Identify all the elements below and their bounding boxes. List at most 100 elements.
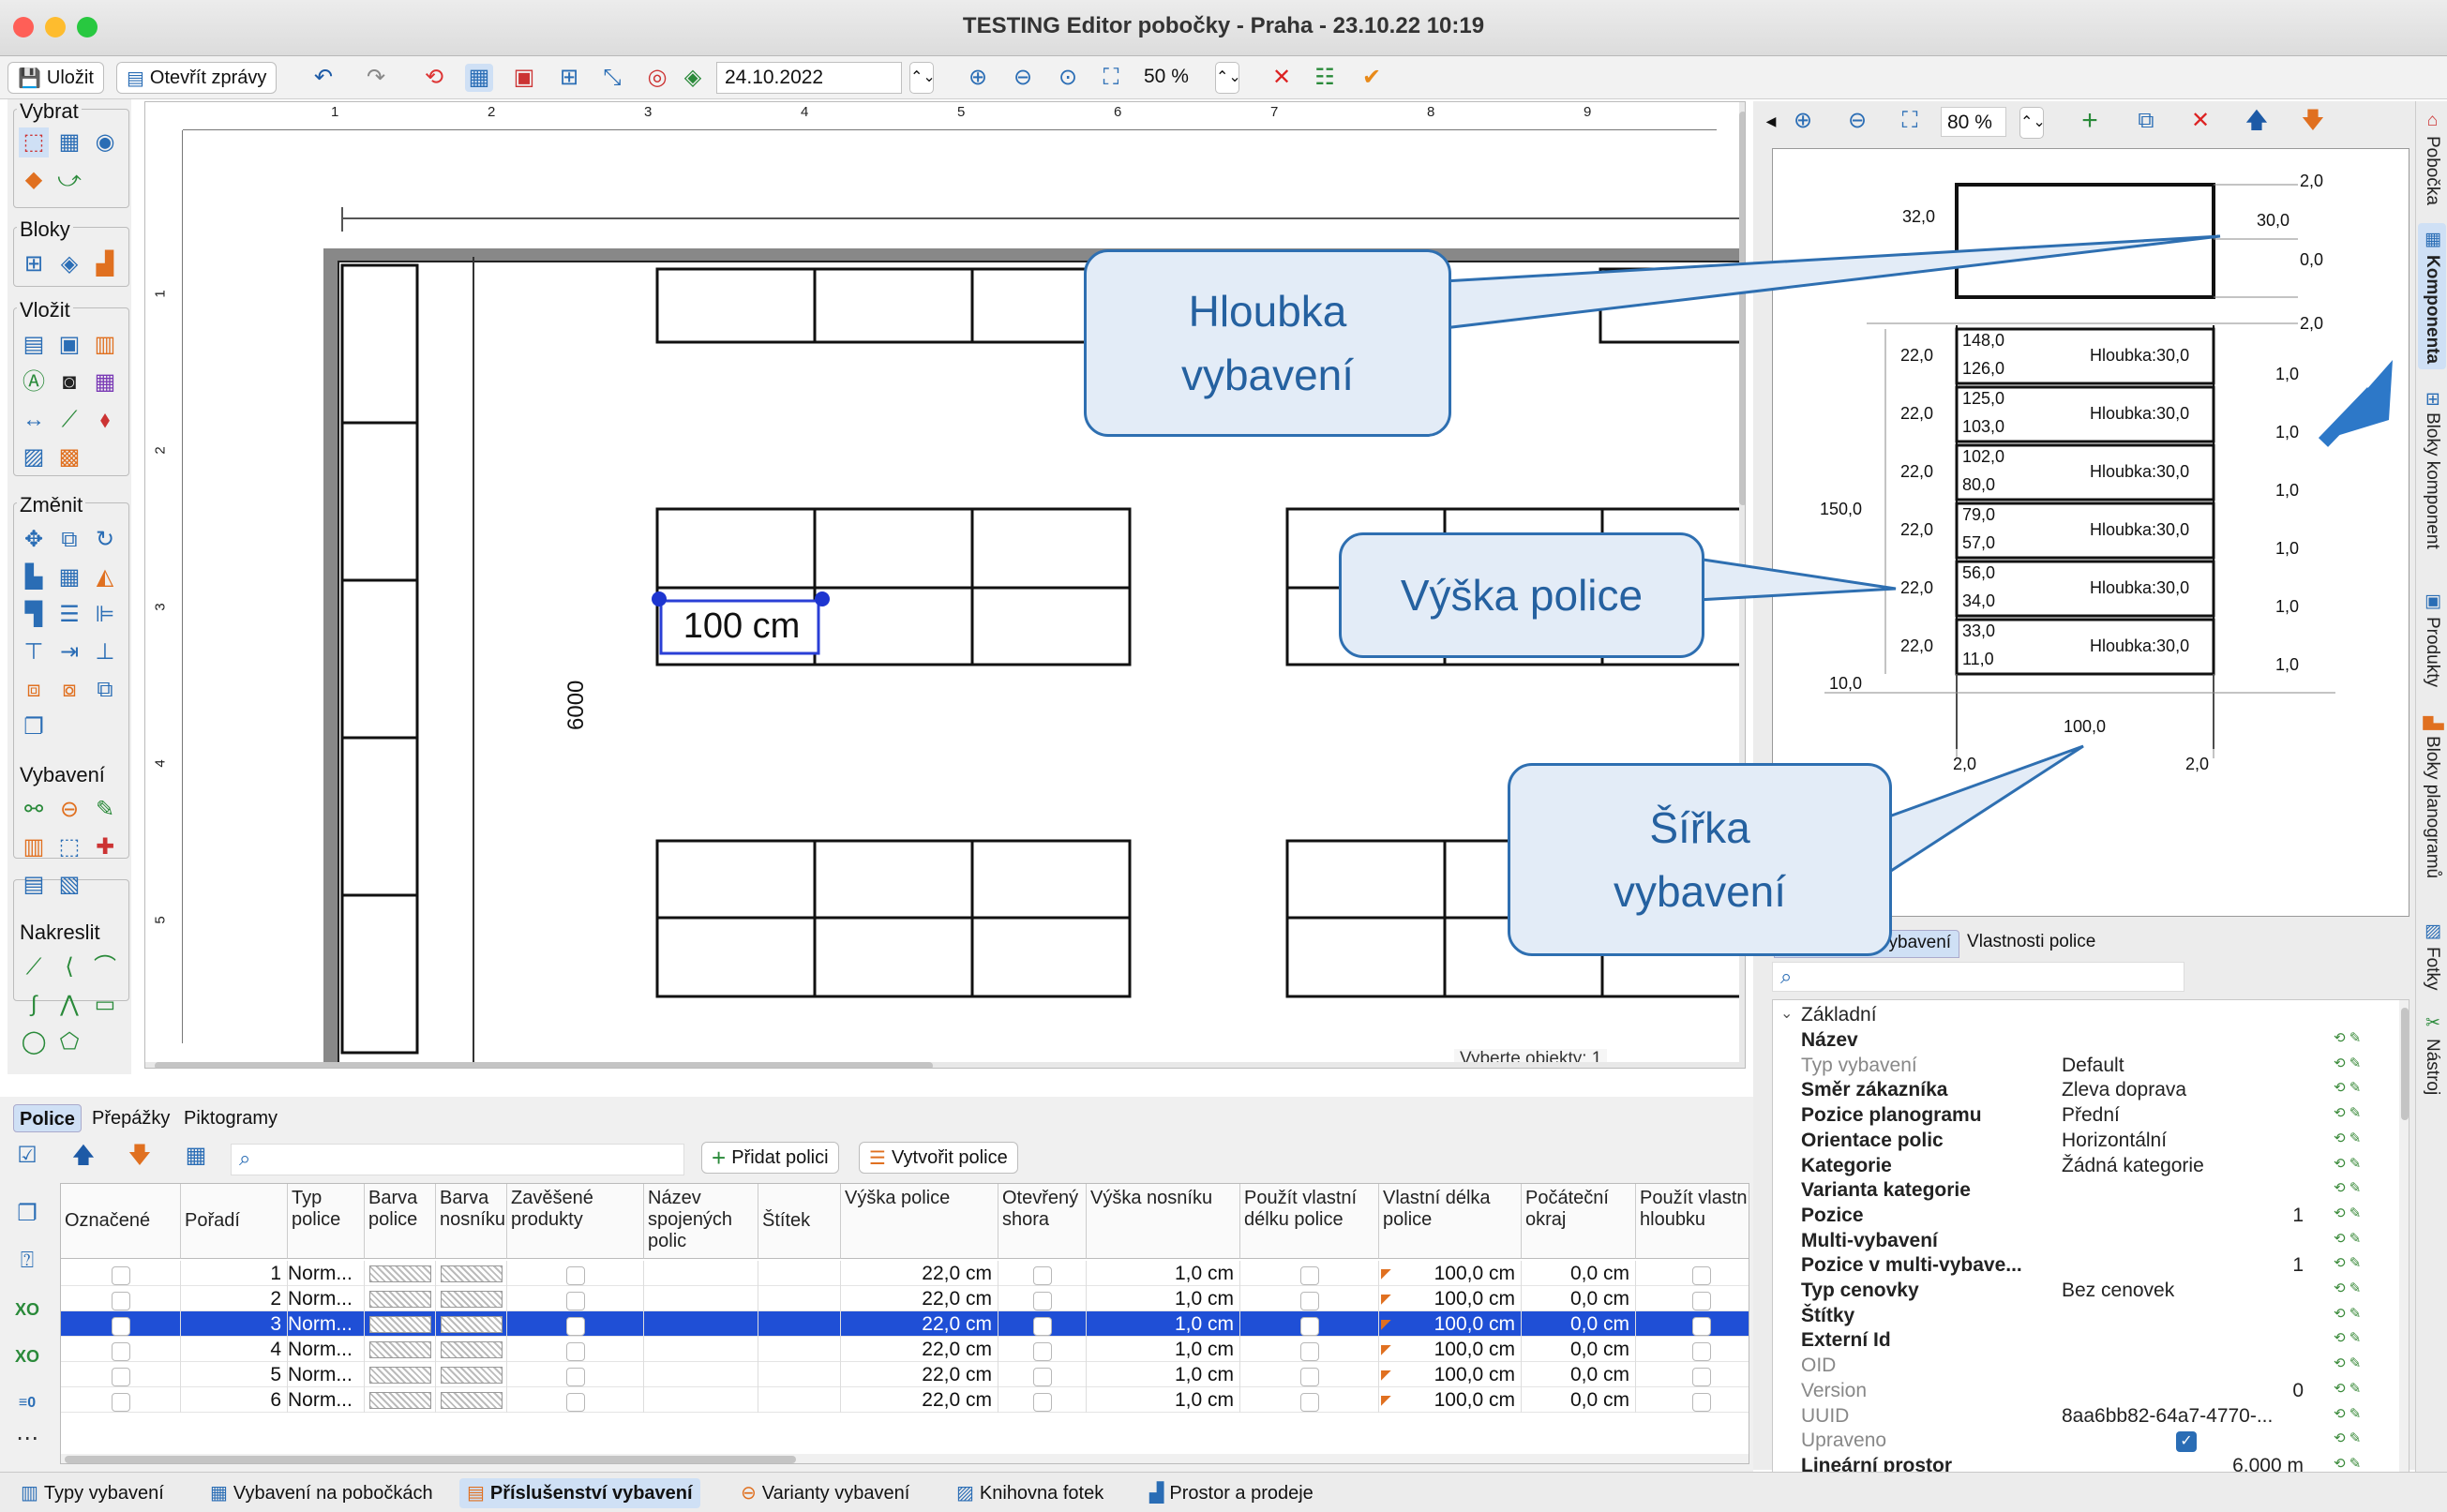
column-header[interactable]: Zavěšené produkty — [507, 1184, 644, 1259]
checkbox-cell[interactable] — [507, 1387, 644, 1413]
cell-margin[interactable]: 0,0 cm — [1522, 1387, 1636, 1413]
checkbox-cell[interactable] — [1240, 1387, 1379, 1413]
checkbox-cell[interactable] — [1636, 1286, 1749, 1311]
checkbox-cell[interactable] — [1240, 1337, 1379, 1362]
cell-height[interactable]: 22,0 cm — [841, 1362, 998, 1387]
checkbox-cell[interactable] — [1240, 1286, 1379, 1311]
cell-checkbox[interactable] — [565, 1341, 585, 1361]
table-settings-icon[interactable]: ▦ — [182, 1142, 210, 1170]
create-shelves-button[interactable]: ☰ Vytvořit police — [859, 1142, 1018, 1174]
cell-beam[interactable]: 1,0 cm — [1087, 1387, 1240, 1413]
color-cell[interactable] — [436, 1362, 507, 1387]
color-cell[interactable] — [436, 1311, 507, 1337]
cell-type[interactable]: Norm... — [288, 1337, 365, 1362]
table-row[interactable]: 1 Norm... 22,0 cm 1,0 cm ◤ 100,0 cm 0,0 cm — [61, 1261, 1749, 1286]
empty-cell[interactable] — [758, 1286, 841, 1311]
cell-height[interactable]: 22,0 cm — [841, 1387, 998, 1413]
cell-margin[interactable]: 0,0 cm — [1522, 1337, 1636, 1362]
column-header[interactable]: Název spojených polic — [644, 1184, 758, 1259]
cell-checkbox[interactable] — [1299, 1392, 1319, 1412]
checkbox-cell[interactable] — [998, 1387, 1087, 1413]
column-header[interactable]: Vlastní délka police — [1379, 1184, 1522, 1259]
side-tab-branch[interactable]: ⌂ Pobočka — [2418, 105, 2446, 211]
empty-cell[interactable] — [758, 1311, 841, 1337]
cell-beam[interactable]: 1,0 cm — [1087, 1337, 1240, 1362]
column-header[interactable]: Výška nosníku — [1087, 1184, 1240, 1259]
row-checkbox[interactable] — [111, 1291, 130, 1310]
cell-length[interactable]: ◤ 100,0 cm — [1379, 1337, 1522, 1362]
cell-order[interactable]: 3 — [181, 1311, 288, 1337]
side-action-copy-icon[interactable]: ❐ — [13, 1200, 41, 1228]
checkbox-cell[interactable] — [1636, 1311, 1749, 1337]
side-action-help-icon[interactable]: ⍰ — [13, 1247, 41, 1275]
cell-checkbox[interactable] — [1032, 1341, 1052, 1361]
color-cell[interactable] — [436, 1337, 507, 1362]
side-tab-tool[interactable]: ✂ Nástroj — [2418, 1007, 2446, 1100]
tab-space-sales[interactable]: ▟ Prostor a prodeje — [1149, 1478, 1314, 1508]
checkbox-cell[interactable] — [998, 1286, 1087, 1311]
cell-type[interactable]: Norm... — [288, 1286, 365, 1311]
side-tab-planogram-blocks[interactable]: ▟ Bloky planogramů — [2418, 711, 2446, 884]
empty-cell[interactable] — [644, 1337, 758, 1362]
color-cell[interactable] — [436, 1387, 507, 1413]
checkbox-cell[interactable] — [1636, 1362, 1749, 1387]
cell-order[interactable]: 1 — [181, 1261, 288, 1286]
tab-equipment-types[interactable]: ▥ Typy vybavení — [21, 1478, 164, 1508]
cell-checkbox[interactable] — [565, 1265, 585, 1285]
cell-height[interactable]: 22,0 cm — [841, 1311, 998, 1337]
cell-order[interactable]: 2 — [181, 1286, 288, 1311]
checkbox-cell[interactable] — [998, 1261, 1087, 1286]
cell-beam[interactable]: 1,0 cm — [1087, 1362, 1240, 1387]
cell-checkbox[interactable] — [1691, 1392, 1711, 1412]
color-cell[interactable] — [365, 1362, 436, 1387]
table-row[interactable]: 5 Norm... 22,0 cm 1,0 cm ◤ 100,0 cm 0,0 cm — [61, 1362, 1749, 1387]
checkbox-cell[interactable] — [507, 1261, 644, 1286]
column-header[interactable]: Štítek — [758, 1184, 841, 1259]
checkbox-cell[interactable] — [998, 1362, 1087, 1387]
cell-type[interactable]: Norm... — [288, 1362, 365, 1387]
side-tab-component[interactable]: ▦ Komponenta — [2418, 223, 2446, 370]
color-cell[interactable] — [365, 1261, 436, 1286]
column-header[interactable]: Otevřený shora — [998, 1184, 1087, 1259]
color-cell[interactable] — [365, 1387, 436, 1413]
side-tab-products[interactable]: ▣ Produkty — [2418, 585, 2446, 693]
color-cell[interactable] — [365, 1311, 436, 1337]
column-header[interactable]: Pořadí — [181, 1184, 288, 1259]
color-cell[interactable] — [436, 1286, 507, 1311]
cell-length[interactable]: ◤ 100,0 cm — [1379, 1311, 1522, 1337]
cell-checkbox[interactable] — [1299, 1291, 1319, 1310]
checkbox-cell[interactable] — [1636, 1261, 1749, 1286]
cell-checkbox[interactable] — [565, 1367, 585, 1386]
checkbox-cell[interactable] — [1636, 1337, 1749, 1362]
color-cell[interactable] — [365, 1286, 436, 1311]
import-excel-icon[interactable]: XO — [13, 1342, 41, 1370]
empty-cell[interactable] — [644, 1261, 758, 1286]
row-checkbox[interactable] — [111, 1341, 130, 1361]
cell-type[interactable]: Norm... — [288, 1387, 365, 1413]
cell-checkbox[interactable] — [1299, 1367, 1319, 1386]
cell-height[interactable]: 22,0 cm — [841, 1337, 998, 1362]
table-row[interactable]: 6 Norm... 22,0 cm 1,0 cm ◤ 100,0 cm 0,0 cm — [61, 1387, 1749, 1413]
empty-cell[interactable] — [644, 1286, 758, 1311]
cell-checkbox[interactable] — [565, 1392, 585, 1412]
checkbox-cell[interactable] — [507, 1362, 644, 1387]
checkbox-cell[interactable] — [507, 1311, 644, 1337]
empty-cell[interactable] — [758, 1362, 841, 1387]
column-header[interactable]: Typ police — [288, 1184, 365, 1259]
row-checkbox[interactable] — [111, 1316, 130, 1336]
column-header[interactable]: Výška police — [841, 1184, 998, 1259]
empty-cell[interactable] — [644, 1311, 758, 1337]
color-cell[interactable] — [436, 1261, 507, 1286]
table-hscrollbar[interactable] — [61, 1454, 1749, 1463]
add-shelf-button[interactable]: + Přidat polici — [701, 1142, 839, 1174]
cell-checkbox[interactable] — [1032, 1392, 1052, 1412]
column-header[interactable]: Barva nosníku — [436, 1184, 507, 1259]
cell-checkbox[interactable] — [565, 1316, 585, 1336]
cell-beam[interactable]: 1,0 cm — [1087, 1311, 1240, 1337]
more-icon[interactable]: ⋯ — [13, 1425, 41, 1453]
shelf-search-input[interactable]: ⌕ — [231, 1144, 684, 1175]
tab-equipment-accessories[interactable]: ▤ Příslušenství vybavení — [459, 1478, 700, 1508]
empty-cell[interactable] — [644, 1362, 758, 1387]
select-all-icon[interactable]: ☑ — [13, 1142, 41, 1170]
cell-checkbox[interactable] — [1032, 1316, 1052, 1336]
